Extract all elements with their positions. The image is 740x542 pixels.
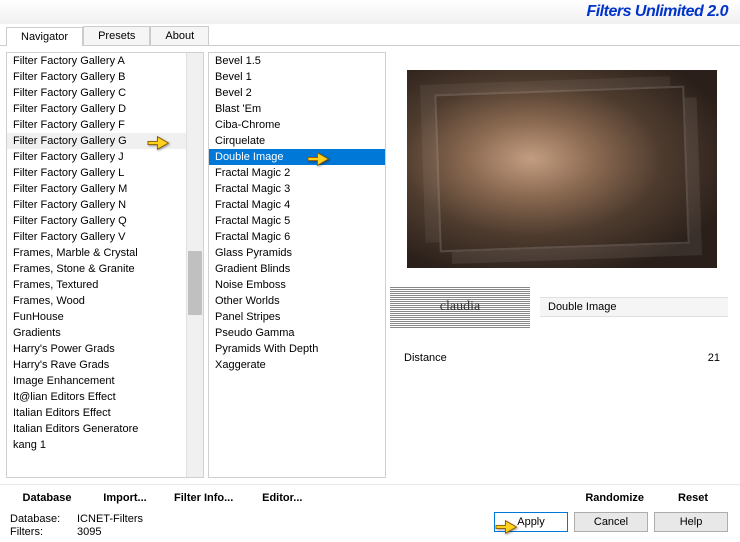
param-label: Distance (404, 352, 447, 364)
filter-item[interactable]: Fractal Magic 6 (209, 229, 385, 245)
category-item[interactable]: Filter Factory Gallery D (7, 101, 203, 117)
param-row[interactable]: Distance 21 (398, 350, 726, 366)
category-item[interactable]: Filter Factory Gallery V (7, 229, 203, 245)
preview-image (407, 70, 717, 268)
tab-presets[interactable]: Presets (83, 26, 150, 45)
apply-button[interactable]: Apply (494, 512, 568, 532)
watermark-badge: claudia (390, 286, 530, 328)
filter-item[interactable]: Pyramids With Depth (209, 341, 385, 357)
filter-info-button[interactable]: Filter Info... (164, 489, 243, 507)
filter-list-panel: Bevel 1.5Bevel 1Bevel 2Blast 'EmCiba-Chr… (208, 52, 386, 478)
category-scrollbar[interactable] (186, 53, 203, 477)
main-area: Filter Factory Gallery AFilter Factory G… (0, 46, 740, 484)
filter-item[interactable]: Fractal Magic 2 (209, 165, 385, 181)
category-item[interactable]: kang 1 (7, 437, 203, 453)
category-item[interactable]: Filter Factory Gallery N (7, 197, 203, 213)
filter-item[interactable]: Pseudo Gamma (209, 325, 385, 341)
category-item[interactable]: Frames, Wood (7, 293, 203, 309)
selected-filter-name: Double Image (540, 297, 728, 317)
category-item[interactable]: Filter Factory Gallery A (7, 53, 203, 69)
category-item[interactable]: Frames, Marble & Crystal (7, 245, 203, 261)
filter-item[interactable]: Other Worlds (209, 293, 385, 309)
filter-item[interactable]: Bevel 1.5 (209, 53, 385, 69)
category-item[interactable]: Harry's Rave Grads (7, 357, 203, 373)
category-item[interactable]: It@lian Editors Effect (7, 389, 203, 405)
filter-item[interactable]: Fractal Magic 5 (209, 213, 385, 229)
database-button[interactable]: Database (8, 489, 86, 507)
filter-item[interactable]: Cirquelate (209, 133, 385, 149)
category-item[interactable]: Italian Editors Effect (7, 405, 203, 421)
param-value: 21 (708, 352, 720, 364)
import-button[interactable]: Import... (86, 489, 164, 507)
randomize-button[interactable]: Randomize (575, 489, 654, 507)
status-filters-label: Filters: (10, 526, 65, 538)
tab-about[interactable]: About (150, 26, 209, 45)
reset-button[interactable]: Reset (654, 489, 732, 507)
app-title: Filters Unlimited 2.0 (586, 3, 728, 21)
category-item[interactable]: Filter Factory Gallery G (7, 133, 203, 149)
status-filters-value: 3095 (77, 526, 101, 538)
title-bar: Filters Unlimited 2.0 (0, 0, 740, 24)
category-scrollbar-thumb[interactable] (188, 251, 202, 315)
filter-item[interactable]: Panel Stripes (209, 309, 385, 325)
category-item[interactable]: Filter Factory Gallery C (7, 85, 203, 101)
filter-item[interactable]: Fractal Magic 3 (209, 181, 385, 197)
filter-item[interactable]: Ciba-Chrome (209, 117, 385, 133)
filter-item[interactable]: Bevel 2 (209, 85, 385, 101)
category-item[interactable]: Italian Editors Generatore (7, 421, 203, 437)
filter-item[interactable]: Bevel 1 (209, 69, 385, 85)
cancel-button[interactable]: Cancel (574, 512, 648, 532)
category-item[interactable]: Filter Factory Gallery B (7, 69, 203, 85)
category-item[interactable]: Image Enhancement (7, 373, 203, 389)
category-item[interactable]: Filter Factory Gallery M (7, 181, 203, 197)
dialog-buttons: Apply Cancel Help (494, 512, 728, 532)
filter-item[interactable]: Gradient Blinds (209, 261, 385, 277)
category-list[interactable]: Filter Factory Gallery AFilter Factory G… (7, 53, 203, 477)
tab-navigator[interactable]: Navigator (6, 27, 83, 46)
category-item[interactable]: Harry's Power Grads (7, 341, 203, 357)
filter-item[interactable]: Glass Pyramids (209, 245, 385, 261)
filter-name-row: claudia Double Image (396, 286, 728, 328)
editor-button[interactable]: Editor... (243, 489, 321, 507)
category-item[interactable]: Filter Factory Gallery L (7, 165, 203, 181)
filter-list[interactable]: Bevel 1.5Bevel 1Bevel 2Blast 'EmCiba-Chr… (209, 53, 385, 477)
category-item[interactable]: Filter Factory Gallery F (7, 117, 203, 133)
filter-item[interactable]: Double Image (209, 149, 385, 165)
category-item[interactable]: Gradients (7, 325, 203, 341)
status-db-value: ICNET-Filters (77, 513, 143, 525)
tabs-row: NavigatorPresetsAbout (0, 24, 740, 46)
toolbar-buttons: Database Import... Filter Info... Editor… (0, 484, 740, 509)
filter-item[interactable]: Xaggerate (209, 357, 385, 373)
category-item[interactable]: Filter Factory Gallery Q (7, 213, 203, 229)
filter-item[interactable]: Noise Emboss (209, 277, 385, 293)
category-list-panel: Filter Factory Gallery AFilter Factory G… (6, 52, 204, 478)
category-item[interactable]: Filter Factory Gallery J (7, 149, 203, 165)
category-item[interactable]: FunHouse (7, 309, 203, 325)
category-item[interactable]: Frames, Textured (7, 277, 203, 293)
status-db-label: Database: (10, 513, 65, 525)
filter-item[interactable]: Blast 'Em (209, 101, 385, 117)
preview-panel: claudia Double Image Distance 21 (390, 52, 734, 478)
category-item[interactable]: Frames, Stone & Granite (7, 261, 203, 277)
help-button[interactable]: Help (654, 512, 728, 532)
params-area: Distance 21 (396, 350, 728, 366)
filter-item[interactable]: Fractal Magic 4 (209, 197, 385, 213)
